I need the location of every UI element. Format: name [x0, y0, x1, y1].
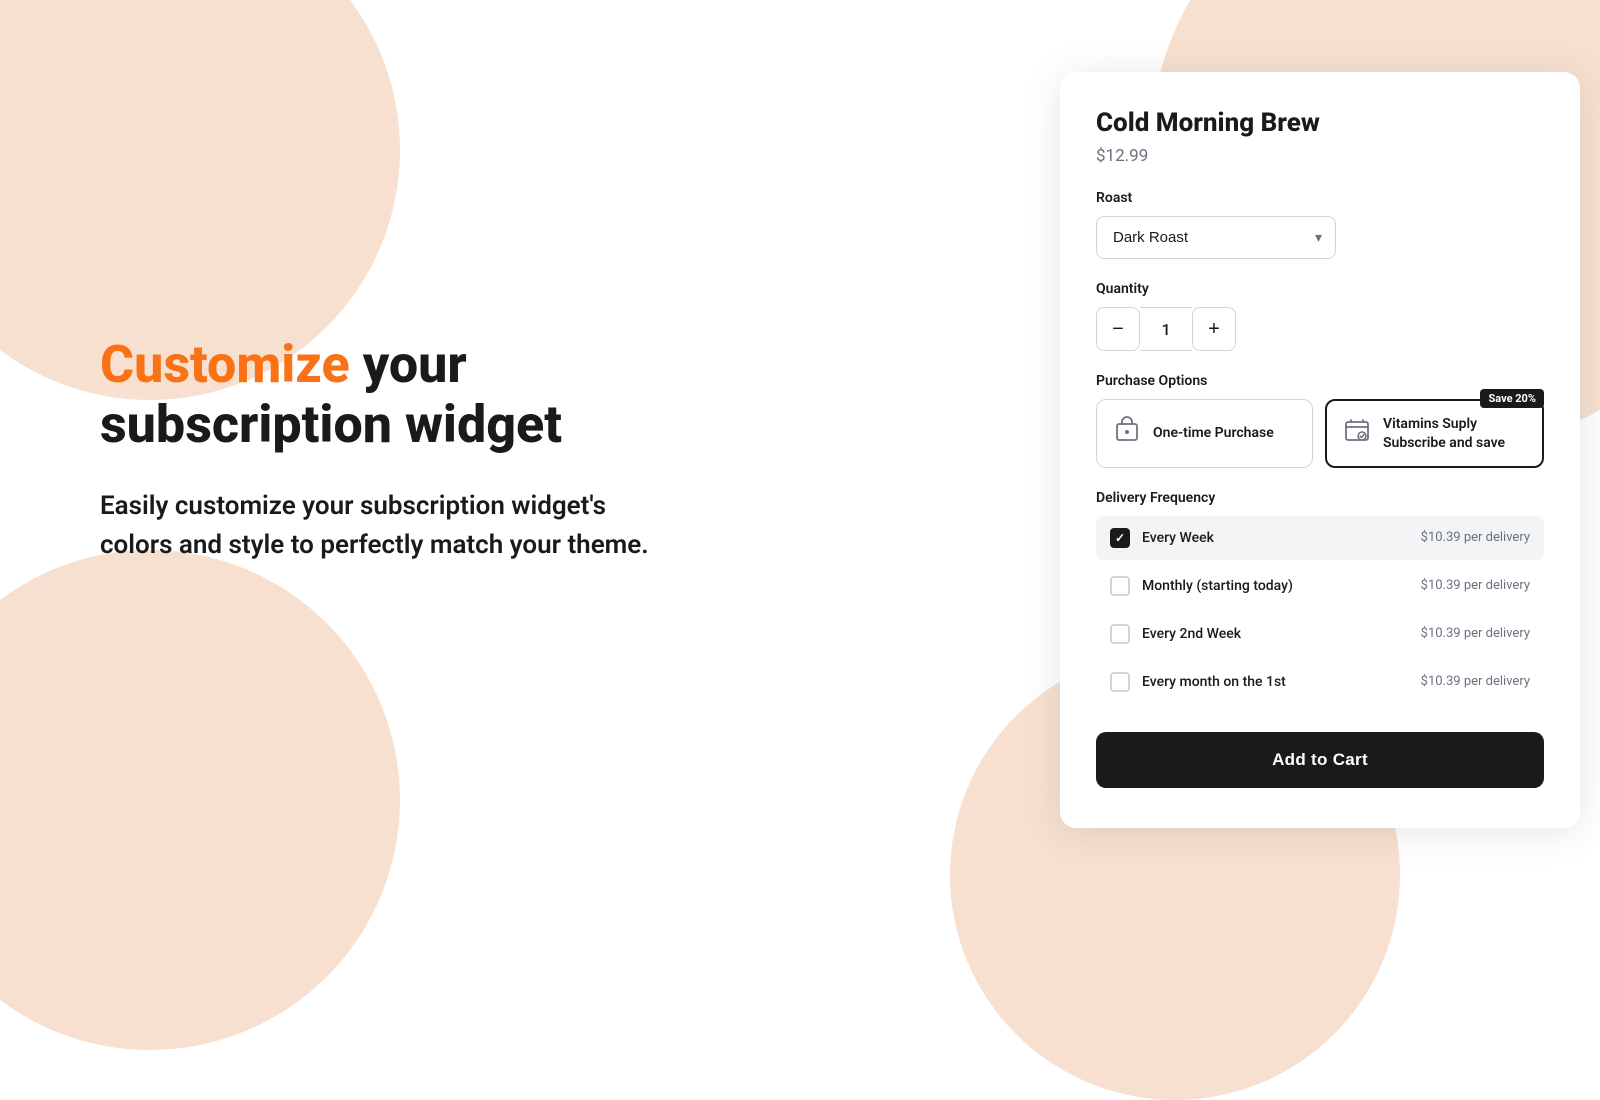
- frequency-checkbox-0[interactable]: [1110, 528, 1130, 548]
- delivery-section: Delivery Frequency Every Week $10.39 per…: [1096, 490, 1544, 704]
- frequency-checkbox-1[interactable]: [1110, 576, 1130, 596]
- hero-title-accent: Customize: [100, 334, 350, 395]
- quantity-label: Quantity: [1096, 281, 1544, 297]
- frequency-option-1[interactable]: Monthly (starting today) $10.39 per deli…: [1096, 564, 1544, 608]
- page-layout: Customize yoursubscription widget Easily…: [0, 0, 1600, 900]
- frequency-label-3: Every month on the 1st: [1142, 674, 1286, 690]
- left-panel: Customize yoursubscription widget Easily…: [0, 0, 1040, 900]
- purchase-option-onetime[interactable]: One-time Purchase: [1096, 399, 1313, 467]
- product-title: Cold Morning Brew: [1096, 108, 1544, 138]
- frequency-price-0: $10.39 per delivery: [1421, 530, 1530, 545]
- quantity-controls: − 1 +: [1096, 307, 1544, 351]
- hero-title: Customize yoursubscription widget: [100, 335, 940, 455]
- product-price: $12.99: [1096, 146, 1544, 166]
- roast-label: Roast: [1096, 190, 1544, 206]
- subscribe-label: Vitamins SuplySubscribe and save: [1383, 415, 1505, 451]
- frequency-left-2: Every 2nd Week: [1110, 624, 1241, 644]
- roast-select[interactable]: Dark Roast Light Roast Medium Roast Espr…: [1096, 216, 1336, 259]
- purchase-option-subscribe[interactable]: Save 20% Vitamins SuplySubscribe and sav…: [1325, 399, 1544, 467]
- quantity-increase-button[interactable]: +: [1192, 307, 1236, 351]
- onetime-icon: [1113, 416, 1141, 451]
- delivery-label: Delivery Frequency: [1096, 490, 1544, 506]
- frequency-left-0: Every Week: [1110, 528, 1214, 548]
- quantity-section: Quantity − 1 +: [1096, 281, 1544, 351]
- widget-card: Cold Morning Brew $12.99 Roast Dark Roas…: [1060, 72, 1580, 827]
- purchase-options-list: One-time Purchase Save 20%: [1096, 399, 1544, 467]
- roast-section: Roast Dark Roast Light Roast Medium Roas…: [1096, 190, 1544, 259]
- frequency-price-2: $10.39 per delivery: [1421, 626, 1530, 641]
- frequency-left-1: Monthly (starting today): [1110, 576, 1293, 596]
- frequency-price-1: $10.39 per delivery: [1421, 578, 1530, 593]
- quantity-value: 1: [1140, 307, 1192, 351]
- add-to-cart-button[interactable]: Add to Cart: [1096, 732, 1544, 788]
- purchase-section: Purchase Options One-time Purchase: [1096, 373, 1544, 467]
- subscribe-icon: [1343, 416, 1371, 451]
- frequency-price-3: $10.39 per delivery: [1421, 674, 1530, 689]
- frequency-label-0: Every Week: [1142, 530, 1214, 546]
- frequency-left-3: Every month on the 1st: [1110, 672, 1286, 692]
- purchase-options-label: Purchase Options: [1096, 373, 1544, 389]
- onetime-label: One-time Purchase: [1153, 424, 1274, 442]
- roast-select-wrapper: Dark Roast Light Roast Medium Roast Espr…: [1096, 216, 1336, 259]
- frequency-checkbox-2[interactable]: [1110, 624, 1130, 644]
- frequency-label-1: Monthly (starting today): [1142, 578, 1293, 594]
- save-badge: Save 20%: [1480, 389, 1544, 408]
- hero-subtitle: Easily customize your subscription widge…: [100, 487, 680, 565]
- frequency-option-2[interactable]: Every 2nd Week $10.39 per delivery: [1096, 612, 1544, 656]
- frequency-option-3[interactable]: Every month on the 1st $10.39 per delive…: [1096, 660, 1544, 704]
- frequency-checkbox-3[interactable]: [1110, 672, 1130, 692]
- quantity-decrease-button[interactable]: −: [1096, 307, 1140, 351]
- right-panel: Cold Morning Brew $12.99 Roast Dark Roas…: [1040, 0, 1600, 900]
- frequency-option-0[interactable]: Every Week $10.39 per delivery: [1096, 516, 1544, 560]
- frequency-label-2: Every 2nd Week: [1142, 626, 1241, 642]
